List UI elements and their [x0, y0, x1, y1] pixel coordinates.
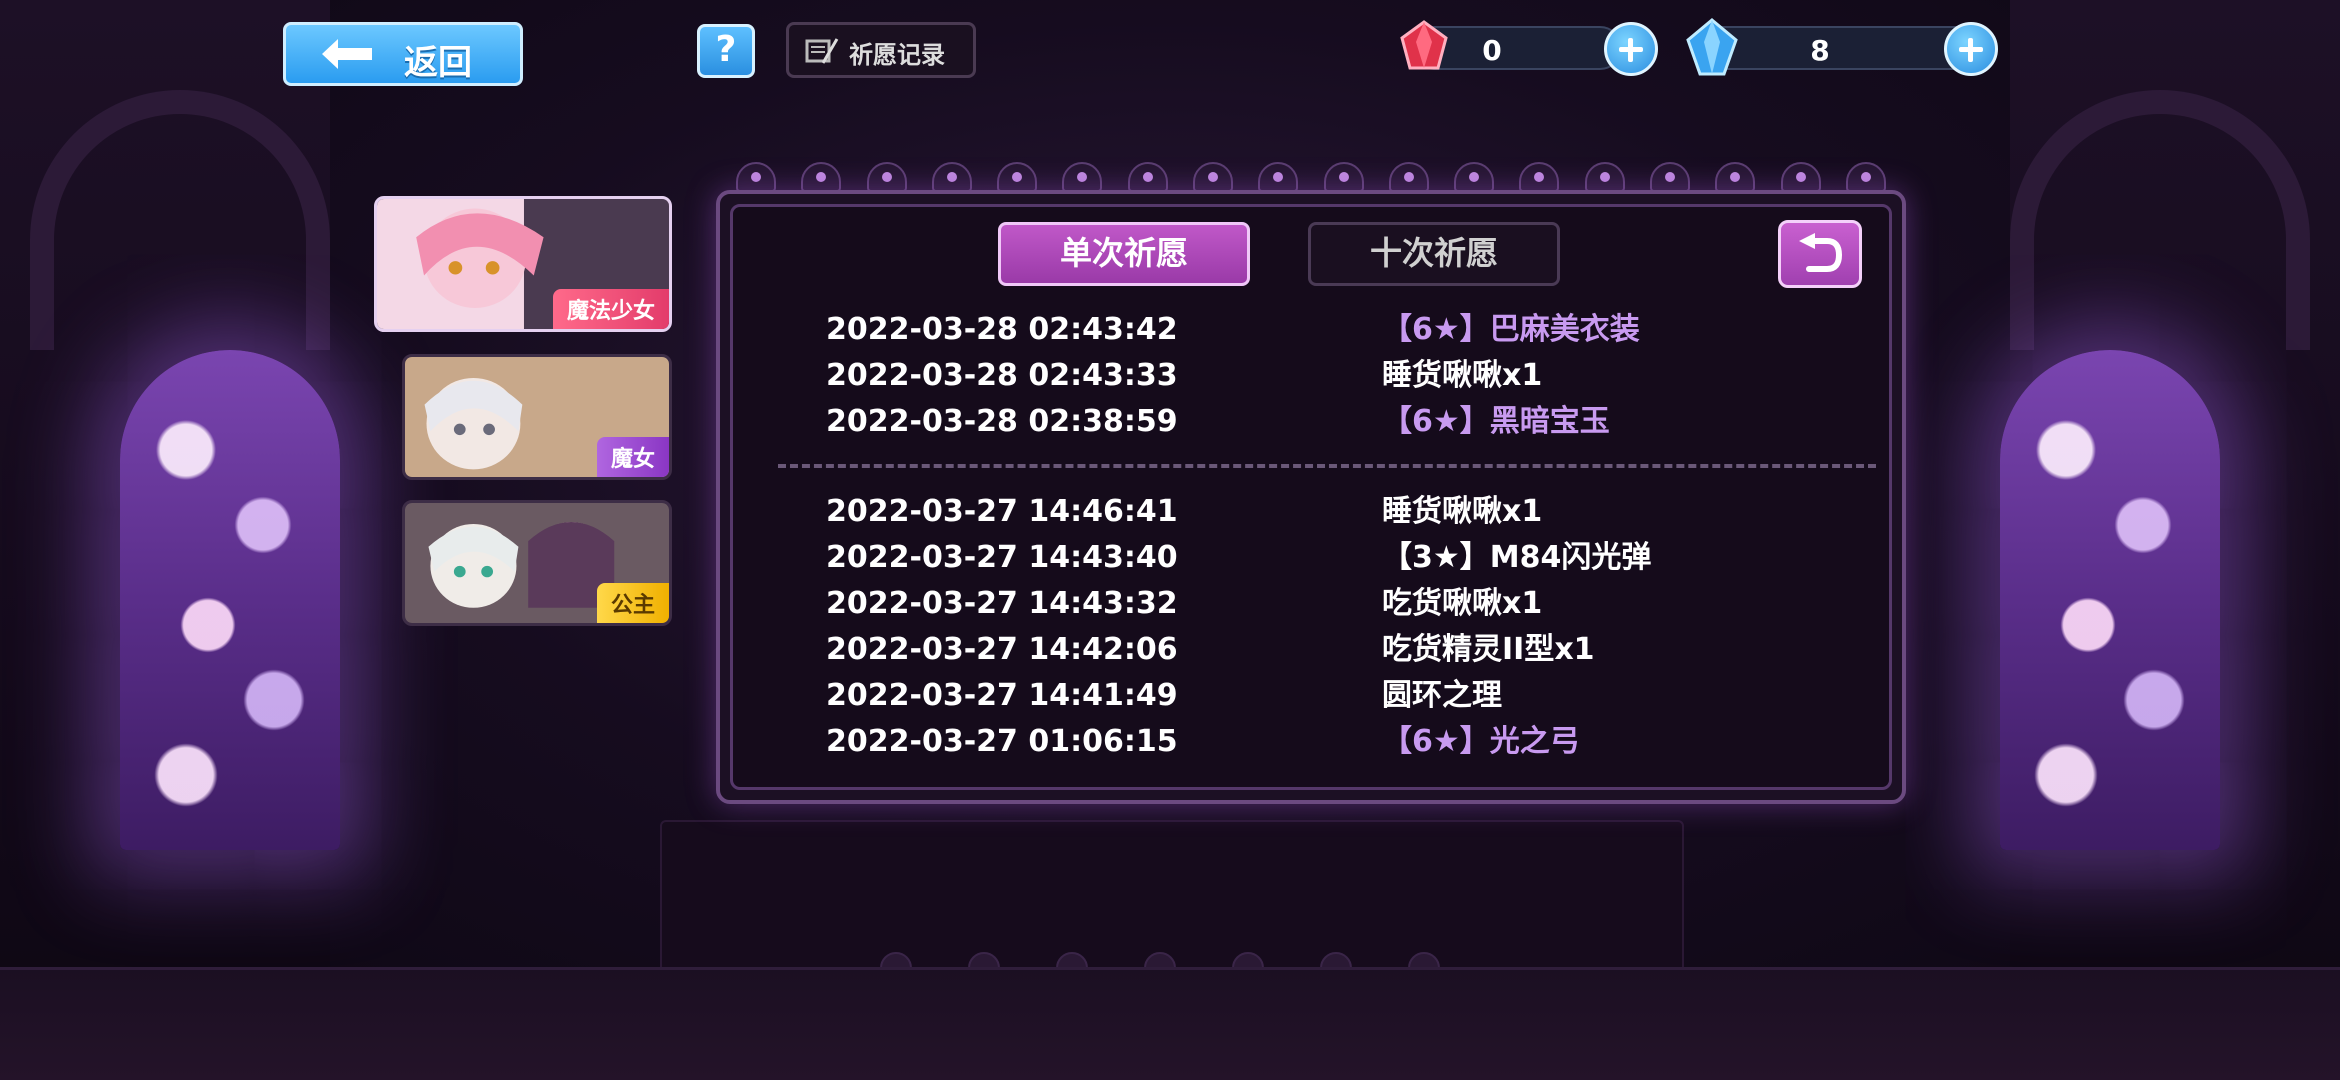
history-item: 睡货啾啾x1	[1382, 494, 1543, 529]
wish-record-label: 祈愿记录	[849, 41, 945, 69]
character-label: 公主	[596, 583, 669, 623]
character-label: 魔法少女	[552, 289, 669, 329]
history-row: 2022-03-27 14:42:06 吃货精灵II型x1	[826, 630, 1866, 670]
back-arrow-icon	[322, 39, 372, 69]
back-button-label: 返回	[404, 43, 472, 83]
history-time: 2022-03-28 02:43:42	[826, 312, 1178, 347]
character-tab-witch[interactable]: 魔女	[402, 354, 672, 480]
blue-gem-icon	[1686, 18, 1738, 76]
scroll-feather-icon	[805, 38, 839, 64]
history-time: 2022-03-27 14:41:49	[826, 678, 1178, 713]
history-time: 2022-03-27 14:43:40	[826, 540, 1178, 575]
history-row: 2022-03-27 14:43:40 【3★】M84闪光弹	[826, 538, 1866, 578]
history-row: 2022-03-27 14:46:41 睡货啾啾x1	[826, 492, 1866, 532]
tab-single-wish[interactable]: 单次祈愿	[998, 222, 1250, 286]
help-button[interactable]: ?	[697, 24, 755, 78]
history-time: 2022-03-27 01:06:15	[826, 724, 1178, 759]
history-item: 【6★】黑暗宝玉	[1382, 404, 1610, 439]
blue-gem-add-button[interactable]	[1944, 22, 1998, 76]
history-item: 圆环之理	[1382, 678, 1502, 713]
history-item: 【3★】M84闪光弹	[1382, 540, 1652, 575]
history-item: 吃货啾啾x1	[1382, 586, 1543, 621]
history-time: 2022-03-27 14:43:32	[826, 586, 1178, 621]
history-row: 2022-03-27 14:41:49 圆环之理	[826, 676, 1866, 716]
history-row: 2022-03-27 01:06:15 【6★】光之弓	[826, 722, 1866, 762]
history-time: 2022-03-28 02:38:59	[826, 404, 1178, 439]
history-time: 2022-03-27 14:42:06	[826, 632, 1178, 667]
character-tab-princess[interactable]: 公主	[402, 500, 672, 626]
right-stained-glass-window	[2000, 350, 2220, 850]
history-item: 【6★】巴麻美衣装	[1382, 312, 1640, 347]
history-time: 2022-03-28 02:43:33	[826, 358, 1178, 393]
wish-record-button[interactable]: 祈愿记录	[786, 22, 976, 78]
history-row: 2022-03-28 02:38:59 【6★】黑暗宝玉	[826, 402, 1866, 442]
red-gem-add-button[interactable]	[1604, 22, 1658, 76]
tab-ten-wish[interactable]: 十次祈愿	[1308, 222, 1560, 286]
history-row: 2022-03-28 02:43:42 【6★】巴麻美衣装	[826, 310, 1866, 350]
history-time: 2022-03-27 14:46:41	[826, 494, 1178, 529]
history-item: 吃货精灵II型x1	[1382, 632, 1595, 667]
history-row: 2022-03-27 14:43:32 吃货啾啾x1	[826, 584, 1866, 624]
history-item: 睡货啾啾x1	[1382, 358, 1543, 393]
history-divider	[778, 464, 1876, 468]
return-arrow-icon	[1799, 233, 1843, 272]
left-stained-glass-window	[120, 350, 340, 850]
return-button[interactable]	[1778, 220, 1862, 288]
history-item: 【6★】光之弓	[1382, 724, 1580, 759]
history-row: 2022-03-28 02:43:33 睡货啾啾x1	[826, 356, 1866, 396]
character-label: 魔女	[596, 437, 669, 477]
red-gem-icon	[1400, 20, 1448, 70]
back-button[interactable]: 返回	[283, 22, 523, 86]
floor-background	[0, 967, 2340, 1080]
character-tab-magical-girl[interactable]: 魔法少女	[374, 196, 672, 332]
